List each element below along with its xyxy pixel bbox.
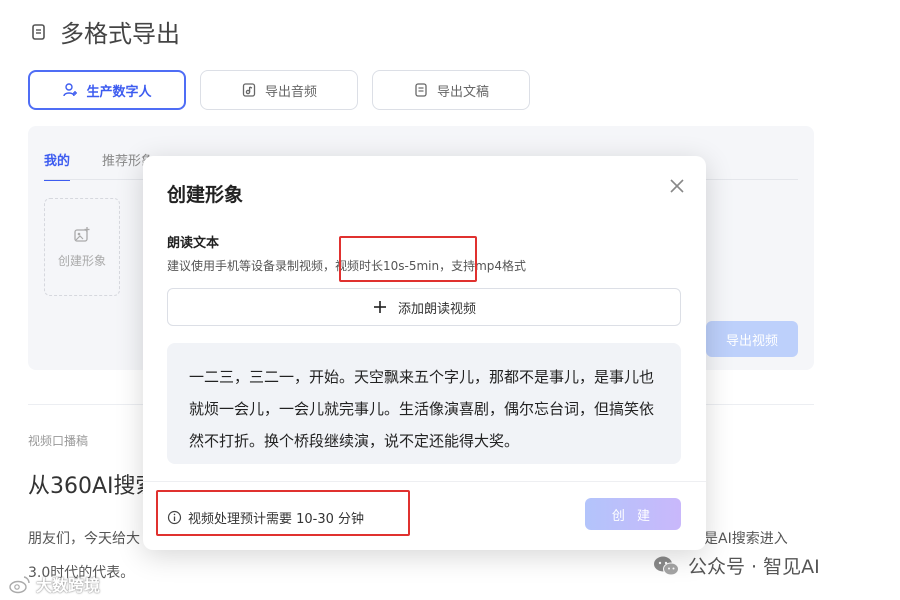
- document-icon: [415, 83, 427, 97]
- add-reading-video-button[interactable]: 添加朗读视频: [167, 288, 681, 326]
- watermark-left: 大数跨境: [8, 572, 100, 596]
- close-icon[interactable]: [667, 176, 687, 196]
- tab-label: 导出文稿: [436, 84, 489, 100]
- page-title: 多格式导出: [60, 20, 180, 48]
- export-video-button[interactable]: 导出视频: [706, 321, 798, 357]
- tab-digital-human[interactable]: 生产数字人: [28, 70, 186, 110]
- avatar-subtabs: 我的 推荐形象: [44, 150, 154, 181]
- highlight-box-duration: [339, 236, 477, 282]
- add-video-label: 添加朗读视频: [397, 301, 476, 317]
- highlight-box-processing-time: [156, 490, 410, 536]
- watermark-text: 大数跨境: [36, 576, 101, 595]
- section-label: 视频口播稿: [28, 434, 89, 448]
- create-button[interactable]: 创 建: [585, 498, 681, 530]
- document-icon: [32, 23, 45, 40]
- export-tabs: 生产数字人 导出音频 导出文稿: [28, 70, 530, 110]
- wechat-icon: [654, 556, 679, 575]
- watermark-text: 公众号 · 智见AI: [688, 556, 820, 578]
- plus-icon: [373, 301, 386, 313]
- watermark-right: 公众号 · 智见AI: [652, 552, 820, 579]
- tab-label: 导出音频: [264, 84, 317, 100]
- create-avatar-label: 创建形象: [57, 253, 106, 268]
- music-note-icon: [242, 83, 256, 97]
- subtab-mine[interactable]: 我的: [44, 150, 71, 181]
- tab-label: 生产数字人: [86, 84, 152, 100]
- create-avatar-card[interactable]: 创建形象: [44, 198, 120, 296]
- reading-script-text: 一二三，三二一，开始。天空飘来五个字儿，那都不是事儿，是事儿也就烦一会儿，一会儿…: [167, 343, 681, 464]
- page-header: 多格式导出: [30, 14, 180, 49]
- user-add-icon: [63, 83, 78, 97]
- image-add-icon: [74, 226, 90, 242]
- script-heading: 从360AI搜索: [28, 474, 158, 499]
- modal-title: 创建形象: [167, 184, 244, 206]
- section-title: 朗读文本: [167, 236, 220, 251]
- tab-export-document[interactable]: 导出文稿: [372, 70, 530, 110]
- divider: [143, 481, 706, 482]
- weibo-icon: [9, 576, 30, 594]
- tab-export-audio[interactable]: 导出音频: [200, 70, 358, 110]
- script-paragraph: 朋友们，今天给大: [28, 531, 140, 547]
